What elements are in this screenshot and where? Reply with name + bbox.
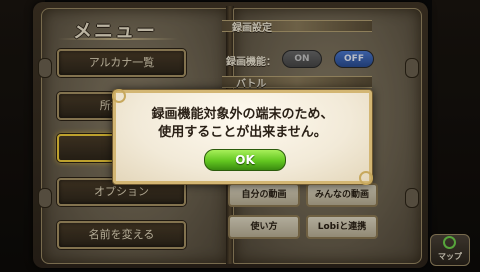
- dialog-message-line2: 使用することが出来ません。: [158, 125, 327, 140]
- dialog-message-line1: 録画機能対象外の端末のため、: [151, 107, 334, 122]
- ok-button[interactable]: OK: [204, 149, 286, 171]
- game-screen: メニュー アルカナ一覧 所持アイ 録 オプション 名前を変える 録画設定 録画機…: [0, 0, 480, 272]
- unsupported-device-dialog: 録画機能対象外の端末のため、 使用することが出来ません。 OK: [112, 89, 373, 185]
- corner-ornament-icon: [112, 89, 126, 103]
- corner-ornament-icon: [359, 171, 373, 185]
